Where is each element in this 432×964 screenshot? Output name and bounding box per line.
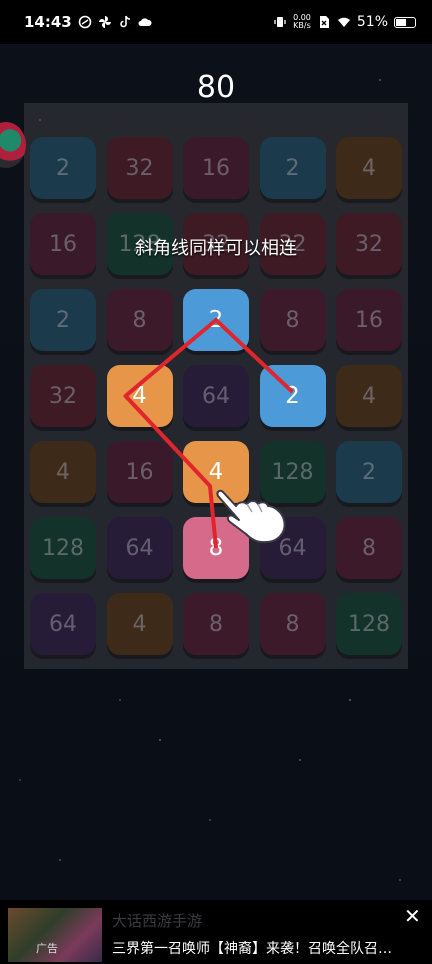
hint-text: 斜角线同样可以相连: [135, 238, 297, 259]
sim-card-icon: [319, 16, 329, 28]
tile-r6-c1[interactable]: 4: [106, 593, 173, 655]
tile-r6-c4[interactable]: 128: [336, 593, 402, 655]
tile-r0-c0[interactable]: 2: [30, 137, 96, 199]
tile-r0-c2[interactable]: 16: [183, 137, 249, 199]
tile-r6-c3[interactable]: 8: [259, 593, 326, 655]
tile-r0-c1[interactable]: 32: [106, 137, 173, 199]
cloud-icon: [138, 18, 152, 26]
tile-r0-c3[interactable]: 2: [259, 137, 326, 199]
battery-percent: 51%: [356, 14, 388, 30]
tile-r0-c4[interactable]: 4: [336, 137, 402, 199]
network-speed: 0.00 KB/s: [293, 14, 311, 30]
tile-r4-c0[interactable]: 4: [30, 441, 96, 503]
tile-r4-c4[interactable]: 2: [336, 441, 402, 503]
tile-r3-c4[interactable]: 4: [336, 365, 402, 427]
status-bar: 14:43 0.00 KB/s 51%: [0, 0, 432, 44]
tile-r5-c1[interactable]: 64: [106, 517, 173, 579]
close-icon[interactable]: ✕: [404, 904, 421, 928]
tile-r6-c0[interactable]: 64: [30, 593, 96, 655]
tile-r5-c0[interactable]: 128: [30, 517, 96, 579]
tile-r2-c3[interactable]: 8: [259, 289, 326, 351]
tile-r2-c1[interactable]: 8: [106, 289, 173, 351]
score-display: 80: [196, 70, 236, 105]
battery-icon: [394, 16, 416, 28]
tile-r3-c0[interactable]: 32: [30, 365, 96, 427]
ad-tag: 广告: [36, 942, 58, 955]
vibrate-icon: [274, 17, 286, 27]
tile-r3-c3[interactable]: 2: [259, 365, 326, 427]
tile-r3-c2[interactable]: 64: [183, 365, 249, 427]
network-speed-unit: KB/s: [293, 21, 311, 30]
tile-r2-c2[interactable]: 2: [183, 289, 249, 351]
tile-r6-c2[interactable]: 8: [183, 593, 249, 655]
ad-title[interactable]: 大话西游手游: [112, 910, 202, 931]
tile-r2-c4[interactable]: 16: [336, 289, 402, 351]
tiktok-icon: [119, 15, 130, 28]
ad-description[interactable]: 三界第一召唤师【神裔】来袭！召唤全队召…: [112, 938, 392, 958]
tile-r2-c0[interactable]: 2: [30, 289, 96, 351]
app-notification-icon: [78, 15, 92, 29]
status-time: 14:43: [24, 13, 72, 31]
wifi-icon: [337, 17, 350, 27]
pinwheel-icon: [98, 16, 111, 28]
tile-r4-c1[interactable]: 16: [106, 441, 173, 503]
pointing-hand-icon: [216, 489, 286, 544]
tile-r3-c1[interactable]: 4: [106, 365, 173, 427]
tile-r5-c4[interactable]: 8: [336, 517, 402, 579]
